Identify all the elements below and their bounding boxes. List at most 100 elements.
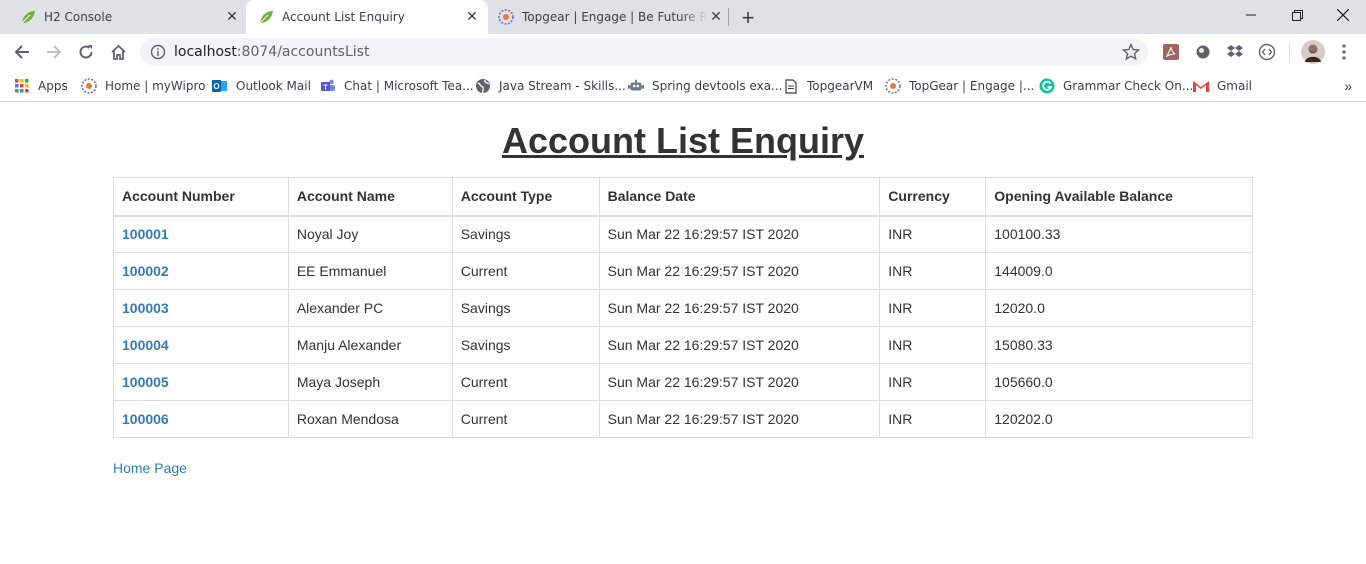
code-extension-icon[interactable] <box>1257 42 1277 62</box>
balance-date-cell: Sun Mar 22 16:29:57 IST 2020 <box>598 215 881 253</box>
circle-extension-icon[interactable] <box>1193 42 1213 62</box>
close-icon[interactable]: ✕ <box>224 9 240 25</box>
balance-date-cell: Sun Mar 22 16:29:57 IST 2020 <box>598 289 881 327</box>
account-name-cell: Roxan Mendosa <box>287 400 453 438</box>
leaf-icon <box>21 11 35 24</box>
close-icon <box>1337 9 1349 21</box>
tab-title: H2 Console <box>44 10 113 24</box>
tab-strip: H2 Console ✕ Account List Enquiry ✕ Topg… <box>0 0 1366 34</box>
bookmark-label: Outlook Mail <box>236 79 311 93</box>
arrow-right-icon <box>47 45 62 59</box>
back-button[interactable] <box>8 38 36 66</box>
account-number-link[interactable]: 100006 <box>122 411 169 427</box>
tab-account-list-enquiry[interactable]: Account List Enquiry ✕ <box>246 0 488 34</box>
balance-cell: 105660.0 <box>985 363 1253 401</box>
home-icon <box>110 44 126 60</box>
pdf-icon <box>1163 44 1179 60</box>
bookmark-label: Chat | Microsoft Tea... <box>344 79 474 93</box>
url-text[interactable]: localhost:8074/accountsList <box>174 38 369 66</box>
header-account-name: Account Name <box>287 177 453 217</box>
bookmark-topgearvm[interactable]: TopgearVM <box>783 76 873 96</box>
home-button[interactable] <box>104 38 132 66</box>
star-icon[interactable] <box>1122 43 1140 61</box>
account-number-link[interactable]: 100002 <box>122 263 169 279</box>
bookmark-label: Grammar Check On... <box>1063 79 1194 93</box>
home-page-link[interactable]: Home Page <box>113 460 187 476</box>
currency-cell: INR <box>879 400 987 438</box>
address-bar[interactable]: localhost:8074/accountsList <box>140 38 1148 66</box>
bookmark-label: Home | myWipro <box>105 79 206 93</box>
robot-icon <box>628 78 644 94</box>
url-path: :8074/accountsList <box>236 44 370 60</box>
account-number-link[interactable]: 100004 <box>122 337 169 353</box>
account-number-cell: 100001 <box>113 215 289 253</box>
account-type-cell: Savings <box>451 289 600 327</box>
bookmark-gmail[interactable]: Gmail <box>1193 76 1252 96</box>
pdf-extension-icon[interactable] <box>1161 42 1181 62</box>
balance-date-cell: Sun Mar 22 16:29:57 IST 2020 <box>598 326 881 364</box>
menu-button[interactable] <box>1334 42 1354 62</box>
account-type-cell: Savings <box>451 215 600 253</box>
tab-h2-console[interactable]: H2 Console ✕ <box>8 0 244 34</box>
account-number-link[interactable]: 100003 <box>122 300 169 316</box>
tab-separator <box>728 8 729 26</box>
balance-cell: 12020.0 <box>985 289 1253 327</box>
arrow-left-icon <box>14 45 29 59</box>
account-number-link[interactable]: 100001 <box>122 226 169 242</box>
account-number-link[interactable]: 100005 <box>122 374 169 390</box>
page-title: Account List Enquiry <box>501 120 865 161</box>
account-type-cell: Current <box>451 252 600 290</box>
bookmark-label: Spring devtools exa... <box>652 79 783 93</box>
profile-avatar[interactable] <box>1301 40 1325 64</box>
info-icon[interactable] <box>150 44 166 60</box>
account-number-cell: 100003 <box>113 289 289 327</box>
reload-button[interactable] <box>72 38 100 66</box>
url-host: localhost <box>174 44 237 60</box>
account-number-cell: 100004 <box>113 326 289 364</box>
forward-button[interactable] <box>40 38 68 66</box>
wipro-icon <box>885 78 901 94</box>
close-icon[interactable]: ✕ <box>708 9 724 25</box>
tab-title: Topgear | Engage | Be Future Rea <box>522 10 708 24</box>
account-number-cell: 100006 <box>113 400 289 438</box>
chevron-double-right-icon[interactable]: » <box>1344 78 1352 94</box>
balance-cell: 144009.0 <box>985 252 1253 290</box>
kebab-menu-icon <box>1342 44 1346 60</box>
balance-date-cell: Sun Mar 22 16:29:57 IST 2020 <box>598 363 881 401</box>
header-opening-available-balance: Opening Available Balance <box>985 177 1253 217</box>
header-account-type: Account Type <box>451 177 600 217</box>
bookmark-teams[interactable]: T Chat | Microsoft Tea... <box>320 76 474 96</box>
restore-button[interactable] <box>1274 0 1320 30</box>
account-type-cell: Current <box>451 400 600 438</box>
bookmarks-bar: Apps Home | myWipro O Outlook Mail T Cha… <box>0 70 1366 102</box>
account-name-cell: Manju Alexander <box>287 326 453 364</box>
bookmark-label: Java Stream - Skills... <box>499 79 626 93</box>
apps-grid-icon <box>14 78 30 94</box>
outlook-icon: O <box>212 78 228 94</box>
close-window-button[interactable] <box>1320 0 1366 30</box>
bookmark-mywipro[interactable]: Home | myWipro <box>81 76 205 96</box>
bookmark-topgear-engage[interactable]: TopGear | Engage |... <box>885 76 1034 96</box>
account-number-cell: 100002 <box>113 252 289 290</box>
grammarly-icon <box>1039 78 1055 94</box>
table-row: 100006 Roxan Mendosa Current Sun Mar 22 … <box>113 400 1253 438</box>
close-icon[interactable]: ✕ <box>464 9 480 25</box>
bookmark-outlook[interactable]: O Outlook Mail <box>212 76 311 96</box>
bookmark-grammar-check[interactable]: Grammar Check On... <box>1039 76 1193 96</box>
accounts-table: Account Number Account Name Account Type… <box>113 177 1253 438</box>
account-type-cell: Current <box>451 363 600 401</box>
toolbar-divider <box>1289 44 1290 62</box>
bookmark-label: Apps <box>38 79 68 93</box>
bookmark-apps[interactable]: Apps <box>14 76 68 96</box>
dropbox-extension-icon[interactable] <box>1225 42 1245 62</box>
account-name-cell: Alexander PC <box>287 289 453 327</box>
table-row: 100004 Manju Alexander Savings Sun Mar 2… <box>113 326 1253 364</box>
currency-cell: INR <box>879 215 987 253</box>
minimize-button[interactable] <box>1228 0 1274 30</box>
new-tab-button[interactable]: + <box>734 4 762 32</box>
page-icon <box>783 78 799 94</box>
tab-title: Account List Enquiry <box>282 10 405 24</box>
tab-topgear[interactable]: Topgear | Engage | Be Future Rea ✕ <box>490 0 728 34</box>
bookmark-java-stream[interactable]: Java Stream - Skills... <box>475 76 626 96</box>
bookmark-spring-devtools[interactable]: Spring devtools exa... <box>628 76 783 96</box>
